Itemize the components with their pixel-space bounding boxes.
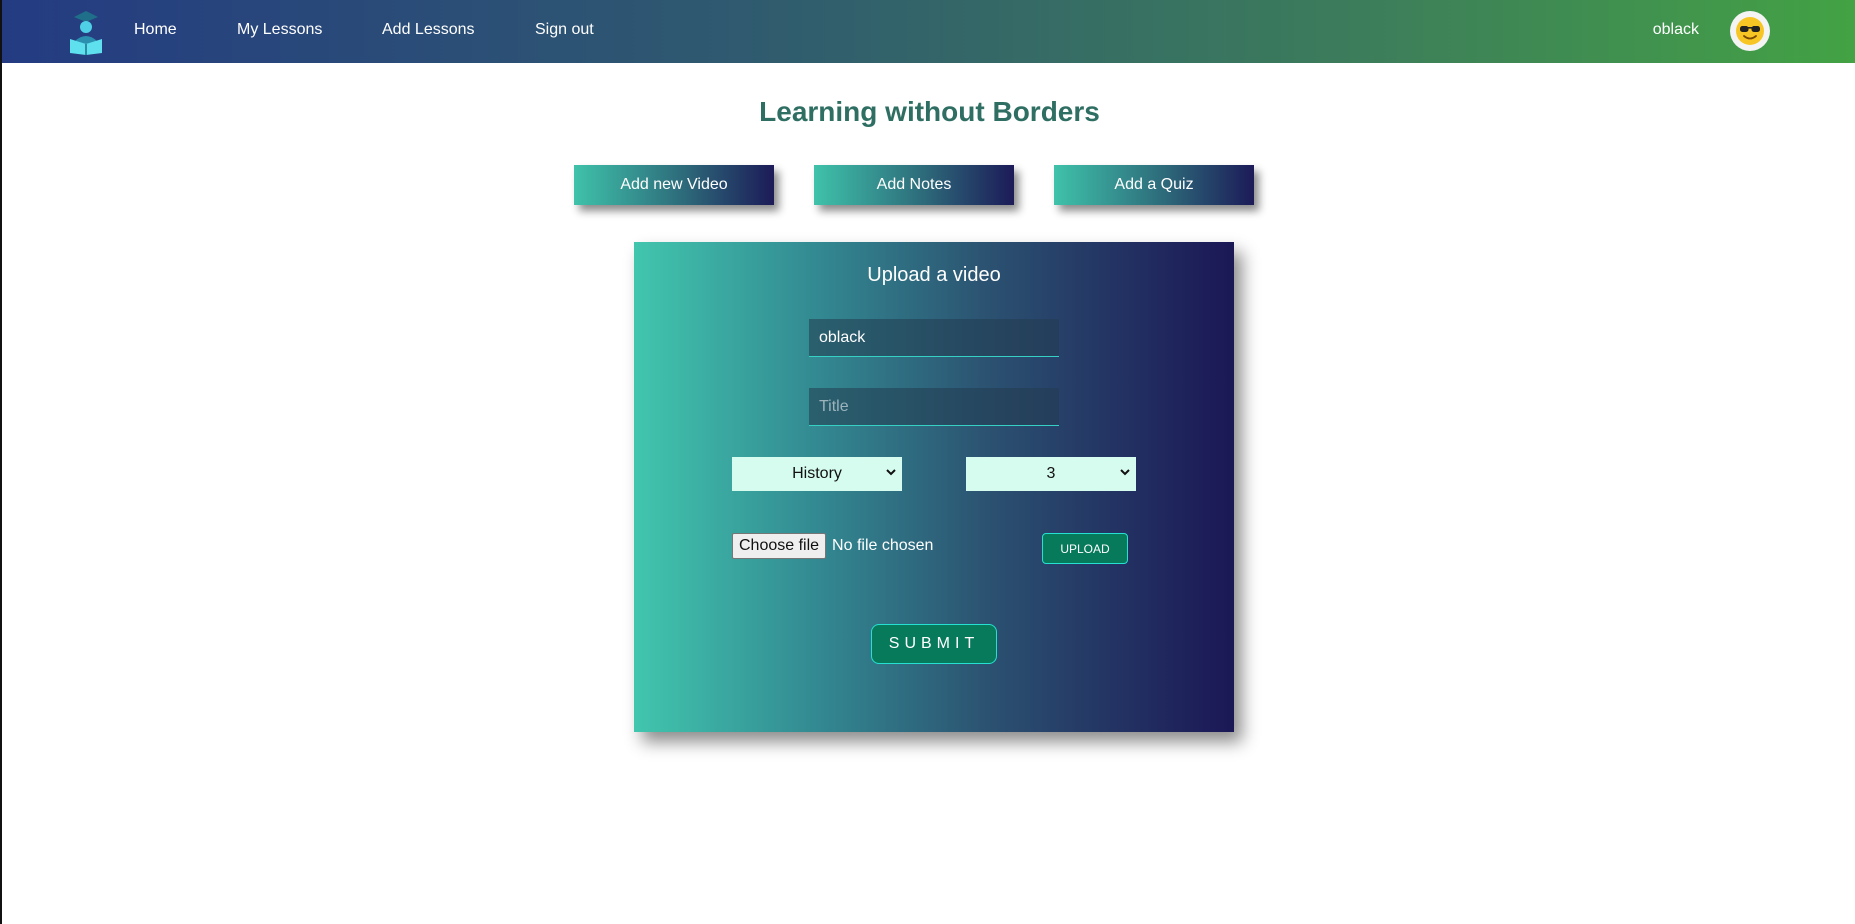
subject-selected-value: History <box>792 465 842 482</box>
add-notes-button[interactable]: Add Notes <box>814 165 1014 205</box>
sunglasses-emoji-icon <box>1736 17 1764 45</box>
nav-home-link[interactable]: Home <box>134 21 177 39</box>
author-input[interactable] <box>809 319 1059 357</box>
nav-sign-out-link[interactable]: Sign out <box>535 21 594 39</box>
title-input[interactable] <box>809 388 1059 426</box>
chevron-down-icon <box>886 469 896 476</box>
nav-my-lessons-link[interactable]: My Lessons <box>237 21 322 39</box>
choose-file-button[interactable]: Choose file <box>732 533 827 559</box>
subject-select[interactable]: History <box>732 457 902 491</box>
file-picker: Choose file No file chosen <box>732 533 933 559</box>
add-quiz-button[interactable]: Add a Quiz <box>1054 165 1254 205</box>
username-label: oblack <box>1652 21 1699 38</box>
graduate-reading-icon[interactable] <box>66 7 106 55</box>
grade-selected-value: 3 <box>1046 465 1056 482</box>
upload-button[interactable]: UPLOAD <box>1042 533 1128 564</box>
chevron-down-icon <box>1120 469 1130 476</box>
card-title: Upload a video <box>867 264 1001 286</box>
top-navbar: Home My Lessons Add Lessons Sign out obl… <box>2 0 1855 63</box>
file-status-text: No file chosen <box>832 537 934 554</box>
avatar[interactable] <box>1730 11 1770 51</box>
page-title: Learning without Borders <box>759 96 1100 127</box>
add-video-button[interactable]: Add new Video <box>574 165 774 205</box>
submit-button[interactable]: SUBMIT <box>871 624 997 664</box>
upload-video-card: Upload a video History 3 Choose file No … <box>634 242 1234 732</box>
grade-select[interactable]: 3 <box>966 457 1136 491</box>
nav-add-lessons-link[interactable]: Add Lessons <box>382 21 475 39</box>
